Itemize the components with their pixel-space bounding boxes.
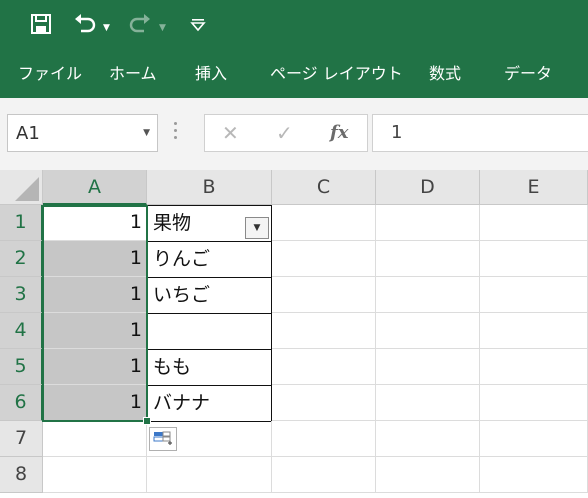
cell-d1[interactable] xyxy=(376,205,480,241)
select-all-button[interactable] xyxy=(0,170,43,205)
tab-file[interactable]: ファイル xyxy=(18,52,82,98)
tab-formulas[interactable]: 数式 xyxy=(429,52,461,98)
cell-c4[interactable] xyxy=(272,313,376,349)
formula-bar-area: A1 ▼ ✕ ✓ fx 1 xyxy=(0,98,588,171)
cell-c7[interactable] xyxy=(272,421,376,457)
row-header-5[interactable]: 5 xyxy=(0,349,43,385)
ribbon-tabs: ファイル ホーム 挿入 ページ レイアウト 数式 データ xyxy=(0,52,588,98)
cell-d2[interactable] xyxy=(376,241,480,277)
cell-a3[interactable]: 1 xyxy=(43,277,147,313)
cell-d8[interactable] xyxy=(376,457,480,493)
cell-c1[interactable] xyxy=(272,205,376,241)
column-header-b[interactable]: B xyxy=(147,170,272,205)
cell-e3[interactable] xyxy=(480,277,588,313)
cell-b6[interactable]: バナナ xyxy=(147,385,272,422)
formula-input[interactable]: 1 xyxy=(372,114,588,152)
cell-b5[interactable]: もも xyxy=(147,349,272,386)
quick-analysis-icon[interactable] xyxy=(149,427,177,451)
cell-b3[interactable]: いちご xyxy=(147,277,272,314)
cell-b2[interactable]: りんご xyxy=(147,241,272,278)
cell-a2[interactable]: 1 xyxy=(43,241,147,277)
enter-icon[interactable]: ✓ xyxy=(276,115,293,151)
row-header-2[interactable]: 2 xyxy=(0,241,43,277)
cell-c2[interactable] xyxy=(272,241,376,277)
tab-data[interactable]: データ xyxy=(504,52,552,98)
cell-e8[interactable] xyxy=(480,457,588,493)
name-box-value: A1 xyxy=(16,123,40,144)
undo-icon[interactable] xyxy=(73,13,97,35)
cell-d5[interactable] xyxy=(376,349,480,385)
row-header-4[interactable]: 4 xyxy=(0,313,43,349)
tab-home[interactable]: ホーム xyxy=(109,52,157,98)
cell-b4[interactable] xyxy=(147,313,272,350)
cell-d6[interactable] xyxy=(376,385,480,421)
cell-e4[interactable] xyxy=(480,313,588,349)
cell-c3[interactable] xyxy=(272,277,376,313)
cell-a7[interactable] xyxy=(43,421,147,457)
row-header-7[interactable]: 7 xyxy=(0,421,43,457)
cell-c6[interactable] xyxy=(272,385,376,421)
column-header-a[interactable]: A xyxy=(43,170,147,205)
filter-dropdown-icon[interactable]: ▼ xyxy=(245,217,269,239)
cell-c5[interactable] xyxy=(272,349,376,385)
cancel-icon[interactable]: ✕ xyxy=(222,115,239,151)
fill-handle[interactable] xyxy=(143,417,151,425)
column-header-c[interactable]: C xyxy=(272,170,376,205)
cell-e5[interactable] xyxy=(480,349,588,385)
undo-dropdown-icon[interactable]: ▼ xyxy=(103,16,110,40)
cell-a6[interactable]: 1 xyxy=(43,385,147,421)
cell-a1[interactable]: 1 xyxy=(43,205,147,241)
tab-page-layout[interactable]: ページ レイアウト xyxy=(270,52,403,98)
row-header-6[interactable]: 6 xyxy=(0,385,43,421)
title-bar: ▼ ▼ xyxy=(0,0,588,52)
redo-dropdown-icon: ▼ xyxy=(159,23,166,33)
cell-a4[interactable]: 1 xyxy=(43,313,147,349)
formula-bar-grip-icon[interactable] xyxy=(174,122,177,143)
cell-c8[interactable] xyxy=(272,457,376,493)
insert-function-button[interactable]: fx xyxy=(330,115,348,151)
cell-e6[interactable] xyxy=(480,385,588,421)
chevron-down-icon[interactable]: ▼ xyxy=(143,115,150,151)
cell-a5[interactable]: 1 xyxy=(43,349,147,385)
cell-d3[interactable] xyxy=(376,277,480,313)
name-box[interactable]: A1 ▼ xyxy=(7,114,158,152)
save-icon[interactable] xyxy=(30,13,52,35)
cell-e1[interactable] xyxy=(480,205,588,241)
cell-e7[interactable] xyxy=(480,421,588,457)
redo-icon xyxy=(128,13,152,35)
cell-a8[interactable] xyxy=(43,457,147,493)
cell-b8[interactable] xyxy=(147,457,272,493)
row-header-1[interactable]: 1 xyxy=(0,205,43,241)
cell-e2[interactable] xyxy=(480,241,588,277)
tab-insert[interactable]: 挿入 xyxy=(195,52,227,98)
column-header-e[interactable]: E xyxy=(480,170,588,205)
select-all-icon xyxy=(15,177,39,201)
customize-qat-icon[interactable] xyxy=(190,13,206,35)
cell-d4[interactable] xyxy=(376,313,480,349)
column-header-d[interactable]: D xyxy=(376,170,480,205)
row-header-3[interactable]: 3 xyxy=(0,277,43,313)
formula-buttons: ✕ ✓ fx xyxy=(204,114,368,152)
worksheet-grid[interactable]: A B C D E 1 2 3 4 5 6 7 8 1 1 1 1 1 1 果物… xyxy=(0,170,588,498)
formula-value: 1 xyxy=(391,122,403,143)
cell-d7[interactable] xyxy=(376,421,480,457)
row-header-8[interactable]: 8 xyxy=(0,457,43,493)
